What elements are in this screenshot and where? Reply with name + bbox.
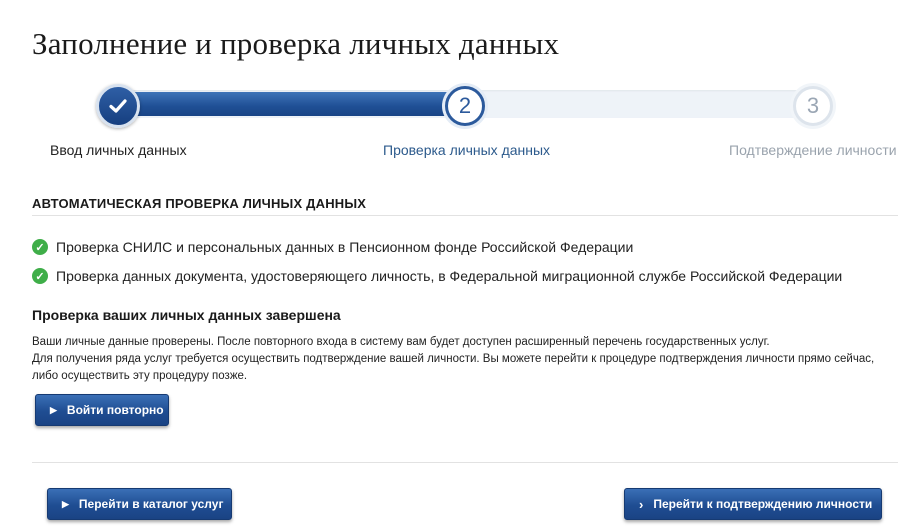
check-item: ✓ Проверка СНИЛС и персональных данных в… bbox=[32, 239, 633, 255]
progress-fill bbox=[108, 92, 468, 116]
completion-title: Проверка ваших личных данных завершена bbox=[32, 307, 341, 323]
step-1-label: Ввод личных данных bbox=[50, 142, 187, 158]
play-arrow-icon: ▶ bbox=[62, 498, 69, 509]
completion-line-1: Ваши личные данные проверены. После повт… bbox=[32, 336, 770, 348]
catalog-button-label: Перейти в каталог услуг bbox=[78, 497, 224, 511]
play-arrow-icon: ▶ bbox=[50, 404, 57, 415]
check-circle-icon: ✓ bbox=[32, 268, 48, 284]
chevron-right-icon: › bbox=[639, 496, 644, 512]
check-item-label: Проверка данных документа, удостоверяюще… bbox=[56, 268, 843, 284]
completion-line-2: Для получения ряда услуг требуется осуще… bbox=[32, 353, 875, 382]
step-3-label: Подтверждение личности bbox=[729, 142, 897, 158]
page-title: Заполнение и проверка личных данных bbox=[32, 26, 560, 61]
checkmark-icon bbox=[109, 99, 127, 113]
confirm-identity-label: Перейти к подтверждению личности bbox=[653, 497, 873, 511]
confirm-identity-button[interactable]: › Перейти к подтверждению личности bbox=[624, 488, 882, 520]
retry-login-label: Войти повторно bbox=[66, 403, 164, 417]
step-3-pending: 3 bbox=[793, 86, 833, 126]
step-2-label: Проверка личных данных bbox=[383, 142, 551, 158]
check-item-label: Проверка СНИЛС и персональных данных в П… bbox=[56, 239, 634, 255]
auto-check-title: АВТОМАТИЧЕСКАЯ ПРОВЕРКА ЛИЧНЫХ ДАННЫХ bbox=[32, 196, 367, 211]
step-2-current: 2 bbox=[445, 86, 485, 126]
completion-text: Ваши личные данные проверены. После повт… bbox=[32, 334, 892, 385]
retry-login-button[interactable]: ▶ Войти повторно bbox=[35, 394, 169, 426]
divider bbox=[32, 215, 898, 216]
step-1-done bbox=[96, 84, 140, 128]
check-item: ✓ Проверка данных документа, удостоверяю… bbox=[32, 268, 842, 284]
divider bbox=[32, 462, 898, 463]
catalog-button[interactable]: ▶ Перейти в каталог услуг bbox=[47, 488, 232, 520]
check-circle-icon: ✓ bbox=[32, 239, 48, 255]
